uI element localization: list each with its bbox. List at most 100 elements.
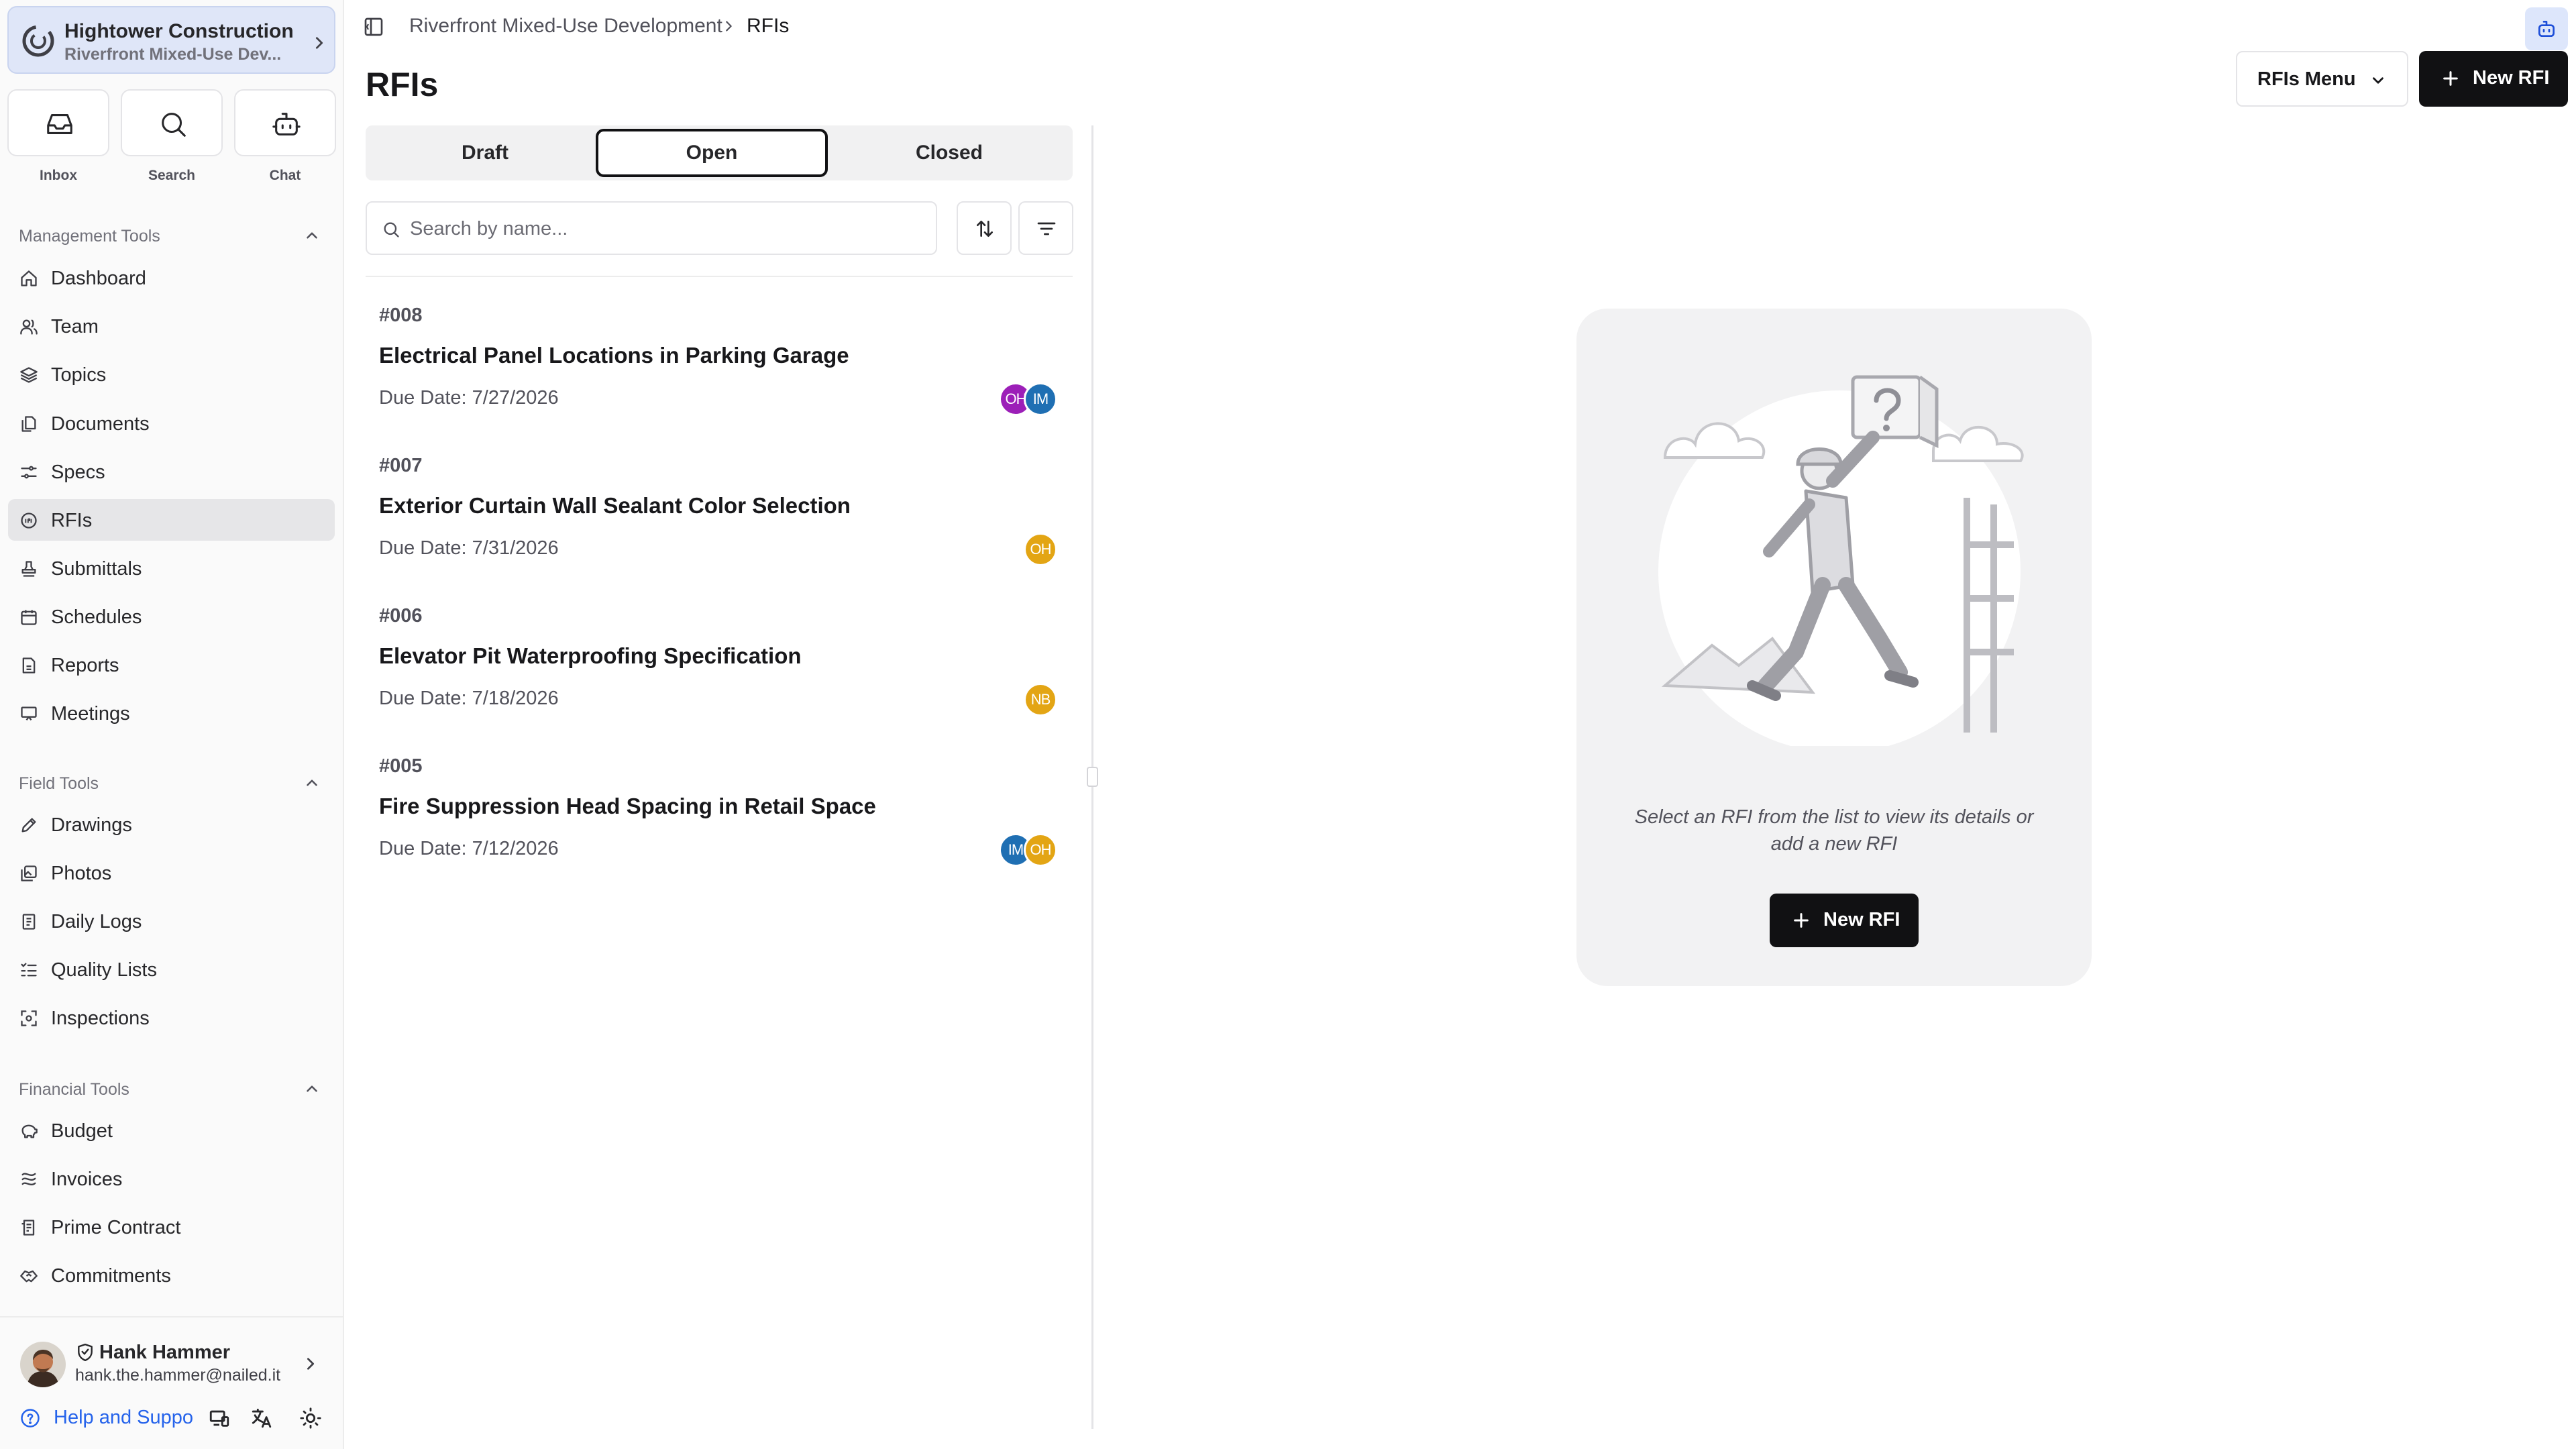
files-icon: [21, 416, 36, 432]
new-rfi-label: New RFI: [1823, 909, 1900, 930]
sidebar-item-meetings[interactable]: Meetings: [8, 692, 335, 734]
company-logo-icon: [22, 25, 54, 57]
rfis-menu-label: RFIs Menu: [2257, 68, 2356, 90]
rfi-number: #006: [379, 605, 423, 627]
help-label: Help and Suppo: [54, 1407, 193, 1428]
rfi-list-item[interactable]: #008 Electrical Panel Locations in Parki…: [366, 305, 1073, 455]
sidebar-item-label: Submittals: [51, 558, 142, 580]
rfi-due-date: Due Date: 7/12/2026: [379, 838, 559, 859]
rfi-due-date: Due Date: 7/27/2026: [379, 387, 559, 409]
devices-icon[interactable]: [208, 1407, 231, 1430]
search-button[interactable]: [121, 89, 223, 156]
sidebar-toggle-icon[interactable]: [363, 16, 384, 38]
chevron-up-icon[interactable]: [303, 1080, 321, 1097]
tab-closed[interactable]: Closed: [833, 129, 1065, 177]
sort-icon: [977, 221, 993, 237]
page-title: RFIs: [366, 66, 439, 103]
stamp-icon: [21, 561, 36, 577]
new-rfi-empty-button[interactable]: New RFI: [1770, 894, 1919, 947]
inbox-label: Inbox: [40, 168, 77, 183]
sidebar-item-label: Dashboard: [51, 268, 146, 289]
plus-icon: [2443, 71, 2458, 86]
sidebar-item-prime-contract[interactable]: Prime Contract: [8, 1206, 335, 1248]
section-management-tools: Management Tools: [19, 227, 160, 246]
rfi-number: #007: [379, 455, 423, 476]
empty-state: Select an RFI from the list to view its …: [1576, 309, 2092, 986]
sidebar-item-dashboard[interactable]: Dashboard: [8, 257, 335, 299]
sidebar: Hightower Construction Riverfront Mixed-…: [0, 0, 344, 1449]
shield-icon: [78, 1343, 93, 1362]
inbox-button[interactable]: [7, 89, 109, 156]
home-icon: [21, 270, 37, 286]
sidebar-item-team[interactable]: Team: [8, 305, 335, 347]
sidebar-item-commitments[interactable]: Commitments: [8, 1254, 335, 1296]
assignee-avatar: IM: [1024, 382, 1057, 416]
sidebar-item-submittals[interactable]: Submittals: [8, 547, 335, 589]
assignee-avatar: NB: [1024, 683, 1057, 716]
sidebar-item-label: Drawings: [51, 814, 132, 836]
rfi-title: Electrical Panel Locations in Parking Ga…: [379, 343, 849, 368]
rfi-number: #008: [379, 305, 423, 326]
invoice-icon: [21, 1173, 36, 1185]
sidebar-item-photos[interactable]: Photos: [8, 852, 335, 894]
rfi-list-item[interactable]: #007 Exterior Curtain Wall Sealant Color…: [366, 455, 1073, 605]
report-icon: [22, 657, 36, 674]
chevron-down-icon: [2373, 77, 2383, 84]
search-label: Search: [148, 168, 196, 183]
sidebar-item-topics[interactable]: Topics: [8, 354, 335, 395]
rfi-list-item[interactable]: #005 Fire Suppression Head Spacing in Re…: [366, 755, 1073, 906]
status-tabs: Draft Open Closed: [366, 125, 1073, 180]
bot-icon: [272, 113, 301, 136]
sidebar-item-label: Documents: [51, 413, 150, 435]
sidebar-item-quality-lists[interactable]: Quality Lists: [8, 949, 335, 990]
sliders-icon: [21, 466, 37, 479]
filter-button[interactable]: [1018, 201, 1073, 255]
new-rfi-label: New RFI: [2473, 67, 2550, 89]
layers-icon: [20, 367, 38, 383]
resize-handle[interactable]: [1087, 767, 1098, 787]
search-input[interactable]: [410, 211, 926, 247]
rfi-due-date: Due Date: 7/18/2026: [379, 688, 559, 709]
sidebar-item-label: Prime Contract: [51, 1217, 181, 1238]
chevron-right-icon: [726, 21, 732, 32]
section-financial-tools: Financial Tools: [19, 1080, 129, 1099]
chevron-up-icon[interactable]: [303, 227, 321, 244]
breadcrumb-project[interactable]: Riverfront Mixed-Use Development: [409, 15, 722, 38]
translate-icon[interactable]: [250, 1407, 273, 1430]
sidebar-item-schedules[interactable]: Schedules: [8, 596, 335, 637]
rfis-menu-button[interactable]: RFIs Menu: [2236, 51, 2408, 107]
sidebar-item-invoices[interactable]: Invoices: [8, 1158, 335, 1199]
sidebar-item-budget[interactable]: Budget: [8, 1110, 335, 1151]
sidebar-item-drawings[interactable]: Drawings: [8, 804, 335, 845]
assignee-avatar: OH: [1024, 833, 1057, 867]
sidebar-item-reports[interactable]: Reports: [8, 644, 335, 686]
images-icon: [21, 865, 37, 881]
sidebar-item-label: Team: [51, 316, 99, 337]
search-field: [366, 201, 937, 255]
plus-icon: [1794, 913, 1809, 928]
chevron-up-icon[interactable]: [303, 774, 321, 792]
rfi-due-date: Due Date: 7/31/2026: [379, 537, 559, 559]
org-switcher[interactable]: Hightower Construction Riverfront Mixed-…: [7, 6, 335, 74]
sidebar-item-documents[interactable]: Documents: [8, 402, 335, 444]
new-rfi-button[interactable]: New RFI: [2419, 51, 2568, 107]
assistant-button[interactable]: [2525, 7, 2568, 50]
assignee-avatar: OH: [1024, 533, 1057, 566]
sidebar-item-specs[interactable]: Specs: [8, 451, 335, 492]
rfi-title: Elevator Pit Waterproofing Specification: [379, 643, 802, 668]
sidebar-item-label: Meetings: [51, 703, 130, 724]
sidebar-item-label: Daily Logs: [51, 911, 142, 932]
sidebar-item-inspections[interactable]: Inspections: [8, 997, 335, 1038]
tab-open[interactable]: Open: [596, 129, 828, 177]
sidebar-item-label: Invoices: [51, 1169, 123, 1190]
construction-worker-illustration: [1658, 375, 2024, 746]
rfi-list-item[interactable]: #006 Elevator Pit Waterproofing Specific…: [366, 605, 1073, 755]
sort-button[interactable]: [957, 201, 1012, 255]
sidebar-item-label: Quality Lists: [51, 959, 157, 981]
inbox-icon: [47, 114, 72, 134]
chat-button[interactable]: [234, 89, 336, 156]
sidebar-item-daily-logs[interactable]: Daily Logs: [8, 900, 335, 942]
tab-draft[interactable]: Draft: [369, 129, 601, 177]
theme-icon[interactable]: [299, 1407, 322, 1430]
sidebar-item-rfis[interactable]: RFIs: [8, 499, 335, 541]
